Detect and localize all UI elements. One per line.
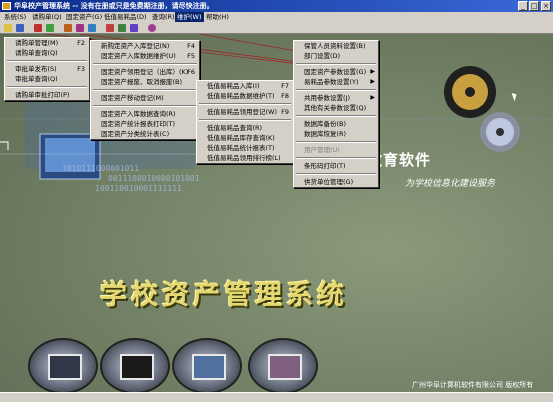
menu-separator: [7, 60, 87, 62]
menu-item-asset-new-in[interactable]: 新购定资产入库登记(N) F4: [91, 41, 199, 51]
exit-icon[interactable]: [148, 24, 156, 32]
binary-digits: 1010111000001011: [62, 164, 140, 173]
asset-out-icon[interactable]: [88, 24, 96, 32]
menu-separator: [296, 115, 376, 117]
menu-consumables[interactable]: 低值易耗品(D): [102, 12, 149, 22]
menu-query[interactable]: 查询(R): [150, 12, 177, 22]
menu-item-asset-checkout[interactable]: 固定资产领用登记（出库）(K) F6: [91, 67, 199, 77]
save-icon[interactable]: [16, 24, 24, 32]
app-window: 华阜校产管理系统 -- 没有在册或只是免费期注册，请尽快注册。 _ □ × 系统…: [0, 0, 553, 402]
consumables-menu: 低值易耗品入库(I) F7 低值易耗品数据维护(T) F8 低值易耗品领用登记(W)…: [196, 80, 294, 164]
minimize-button[interactable]: _: [518, 1, 528, 11]
menu-separator: [296, 141, 376, 143]
submenu-arrow-icon: ▶: [370, 68, 375, 75]
menu-item-db-backup[interactable]: 数据库备份(B): [294, 119, 378, 129]
consumable-edit-icon[interactable]: [118, 24, 126, 32]
toolbar: [0, 22, 553, 34]
menu-separator: [296, 173, 376, 175]
submenu-arrow-icon: ▶: [370, 78, 375, 85]
printer-thumbnail: [100, 338, 170, 392]
menu-item-asset-category-report[interactable]: 固定资产分类统计表(C): [91, 129, 199, 139]
menu-item-requisition-manage[interactable]: 请购单管理(M) F2: [5, 38, 89, 48]
window-title: 华阜校产管理系统 -- 没有在册或只是免费期注册，请尽快注册。: [14, 2, 214, 10]
maximize-button[interactable]: □: [529, 1, 539, 11]
menu-item-consumable-checkout[interactable]: 低值易耗品领用登记(W) F9: [197, 107, 293, 117]
menu-separator: [296, 63, 376, 65]
office-thumbnail: [172, 338, 242, 392]
menu-separator: [93, 63, 197, 65]
menu-item-barcode-print[interactable]: 条形码打印(T): [294, 161, 378, 171]
menu-separator: [199, 119, 291, 121]
slogan: 为学校信息化建设服务: [405, 179, 496, 189]
menu-item-asset-maintain[interactable]: 固定资产入库数据维护(U) F5: [91, 51, 199, 61]
close-button[interactable]: ×: [541, 1, 551, 11]
consumable-in-icon[interactable]: [106, 24, 114, 32]
menu-item-approval-print[interactable]: 请购单审批打印(P): [5, 90, 89, 100]
menu-separator: [199, 103, 291, 105]
menu-item-consumable-params[interactable]: 易耗品参数设置(Y) ▶: [294, 77, 378, 87]
menu-item-department-settings[interactable]: 部门设置(D): [294, 51, 378, 61]
consumable-out-icon[interactable]: [130, 24, 138, 32]
title-bar[interactable]: 华阜校产管理系统 -- 没有在册或只是免费期注册，请尽快注册。: [0, 0, 553, 12]
menu-fixed-assets[interactable]: 固定资产(G): [64, 12, 104, 22]
menu-item-shared-params[interactable]: 共用参数设置(J) ▶: [294, 93, 378, 103]
fixed-assets-menu: 新购定资产入库登记(N) F4 固定资产入库数据维护(U) F5 固定资产领用登记（…: [90, 40, 200, 140]
menu-item-consumable-query[interactable]: 低值易耗品查询(R): [197, 123, 293, 133]
menu-system[interactable]: 系统(S): [2, 12, 28, 22]
computer-thumbnail: [28, 338, 98, 392]
asset-in-icon[interactable]: [64, 24, 72, 32]
menu-item-approval-query[interactable]: 审批单查询(Q): [5, 74, 89, 84]
menu-separator: [296, 157, 376, 159]
menu-item-asset-move[interactable]: 固定资产移动登记(M): [91, 93, 199, 103]
binary-digits: 0011100010000101001: [108, 174, 200, 183]
menu-item-other-params[interactable]: 其他有关参数设置(Q): [294, 103, 378, 113]
menu-item-db-restore[interactable]: 数据库恢复(R): [294, 129, 378, 139]
menu-item-asset-scrap[interactable]: 固定资产报废、取消报废(B): [91, 77, 199, 87]
status-bar: [0, 392, 553, 402]
menu-item-asset-query[interactable]: 固定资产入库数据查询(R): [91, 109, 199, 119]
binary-digits: 100110010001111111: [95, 184, 182, 193]
system-title: 学校资产管理系统: [100, 280, 348, 311]
menu-requisition[interactable]: 请购单(Q): [30, 12, 64, 22]
menu-bar: 系统(S) 请购单(Q) 固定资产(G) 低值易耗品(D) 查询(R) 维护(W…: [0, 12, 553, 22]
copyright-text: 广州华阜计算机软件有限公司 版权所有: [412, 381, 534, 389]
approve-icon[interactable]: [46, 24, 54, 32]
menu-separator: [7, 86, 87, 88]
menu-item-requisition-query[interactable]: 请购单查询(Q): [5, 48, 89, 58]
app-icon: [2, 2, 11, 10]
asset-edit-icon[interactable]: [76, 24, 84, 32]
requisition-icon[interactable]: [34, 24, 42, 32]
submenu-arrow-icon: ▶: [370, 94, 375, 101]
menu-item-consumable-in[interactable]: 低值易耗品入库(I) F7: [197, 81, 293, 91]
menu-item-consumable-report[interactable]: 低值易耗品统计报表(T): [197, 143, 293, 153]
menu-item-consumable-stock[interactable]: 低值易耗品库存查询(K): [197, 133, 293, 143]
requisition-menu: 请购单管理(M) F2 请购单查询(Q) 审批单发布(S) F3 审批单查询(Q) …: [4, 37, 90, 101]
open-icon[interactable]: [4, 24, 12, 32]
menu-item-consumable-ranking[interactable]: 低值易耗品领用排行榜(L): [197, 153, 293, 163]
menu-item-asset-params[interactable]: 固定资产参数设置(G) ▶: [294, 67, 378, 77]
menu-maintenance[interactable]: 维护(W): [175, 12, 204, 22]
menu-item-consumable-maintain[interactable]: 低值易耗品数据维护(T) F8: [197, 91, 293, 101]
menu-separator: [296, 89, 376, 91]
menu-item-approval-publish[interactable]: 审批单发布(S) F3: [5, 64, 89, 74]
menu-separator: [93, 89, 197, 91]
lab-thumbnail: [248, 338, 318, 392]
menu-help[interactable]: 帮助(H): [204, 12, 231, 22]
menu-separator: [93, 105, 197, 107]
menu-item-asset-report[interactable]: 固定资产统计报表打印(T): [91, 119, 199, 129]
maintenance-menu: 保管人员资料设置(B) 部门设置(D) 固定资产参数设置(G) ▶ 易耗品参数设置…: [293, 40, 379, 188]
menu-item-supplier-management[interactable]: 供货单位管理(G): [294, 177, 378, 187]
menu-item-keeper-settings[interactable]: 保管人员资料设置(B): [294, 41, 378, 51]
menu-item-user-management: 用户管理(U): [304, 146, 340, 154]
